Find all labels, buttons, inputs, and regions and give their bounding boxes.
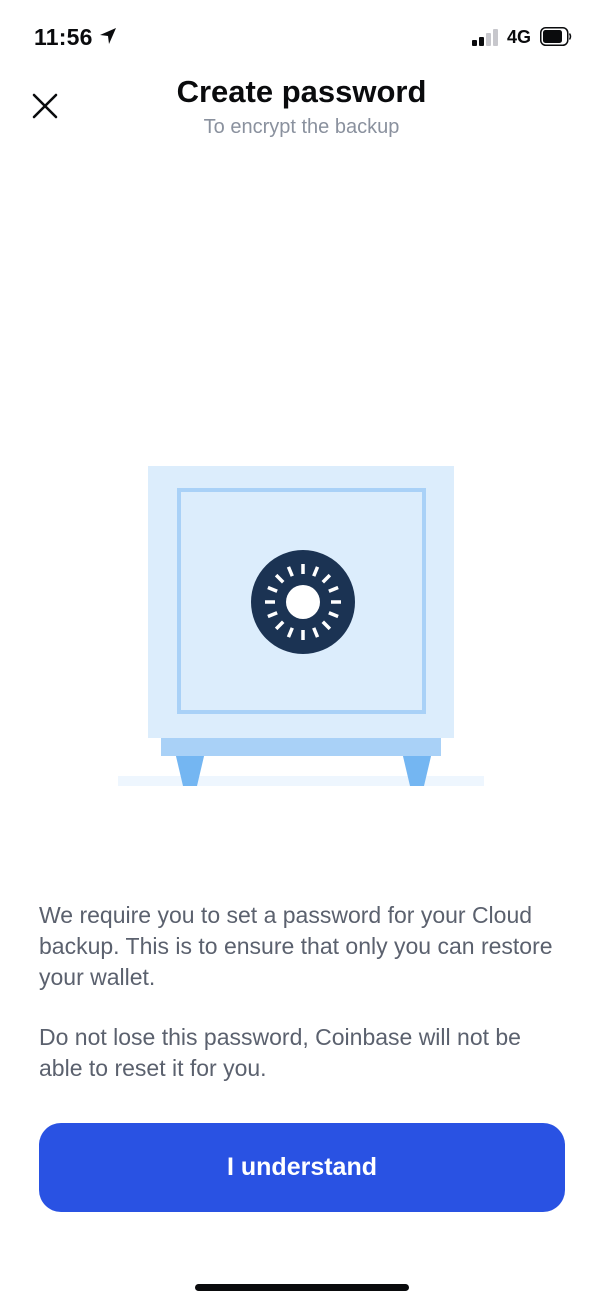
info-paragraph-1: We require you to set a password for you… — [39, 902, 553, 990]
location-arrow-icon — [100, 28, 116, 44]
status-bar: 11:56 4G — [0, 0, 603, 70]
safe-dial-center — [286, 585, 320, 619]
info-paragraph-2: Do not lose this password, Coinbase will… — [39, 1024, 521, 1081]
battery-icon — [540, 27, 572, 46]
status-time: 11:56 — [34, 24, 93, 50]
home-indicator — [195, 1284, 409, 1291]
page-title: Create password — [176, 74, 427, 109]
network-type-label: 4G — [507, 27, 532, 47]
cellular-signal-icon — [472, 29, 498, 46]
safe-base — [161, 736, 441, 756]
i-understand-button[interactable]: I understand — [39, 1123, 565, 1212]
safe-floor — [118, 776, 484, 786]
page-subtitle: To encrypt the backup — [203, 116, 400, 138]
safe-illustration — [118, 466, 484, 786]
